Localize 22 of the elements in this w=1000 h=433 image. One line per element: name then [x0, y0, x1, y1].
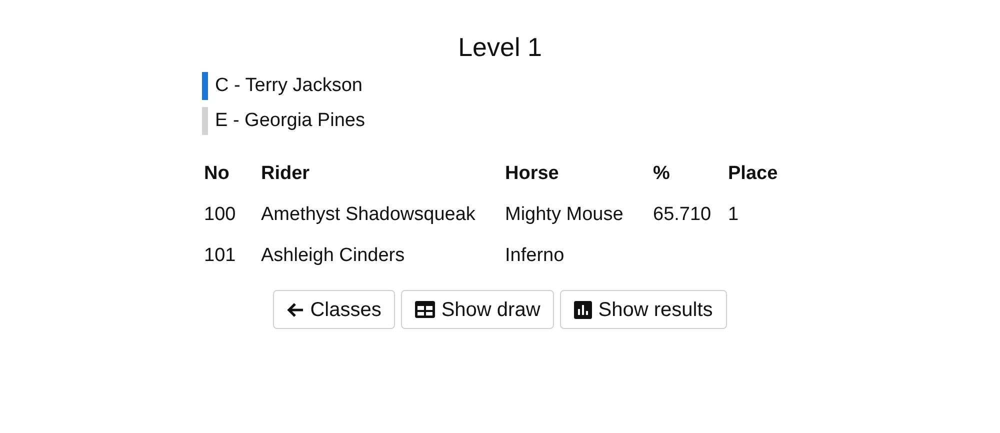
table-cell: Amethyst Shadowsqueak	[261, 204, 476, 226]
table-icon	[415, 301, 436, 318]
column-header: %	[653, 162, 671, 186]
column-header: No	[204, 162, 230, 186]
judge-name: C - Terry Jackson	[215, 74, 362, 98]
page-title: Level 1	[457, 31, 543, 64]
table-cell: 100	[204, 204, 236, 226]
judge-name: E - Georgia Pines	[215, 108, 365, 133]
bar-chart-icon	[574, 300, 592, 318]
back-button[interactable]: Classes	[273, 290, 396, 329]
action-button[interactable]: Show draw	[401, 290, 554, 329]
column-header: Place	[728, 162, 779, 186]
column-header: Rider	[261, 162, 311, 186]
table-cell: 1	[728, 204, 739, 226]
column-header: Horse	[505, 162, 560, 186]
table-cell: Inferno	[505, 245, 564, 266]
table-cell: Mighty Mouse	[505, 204, 624, 226]
table-cell: 101	[204, 245, 236, 266]
action-button[interactable]: Show results	[560, 290, 727, 329]
arrow-left-icon	[287, 302, 304, 318]
table-cell: 65.710	[653, 204, 712, 226]
table-cell: Ashleigh Cinders	[261, 245, 405, 266]
